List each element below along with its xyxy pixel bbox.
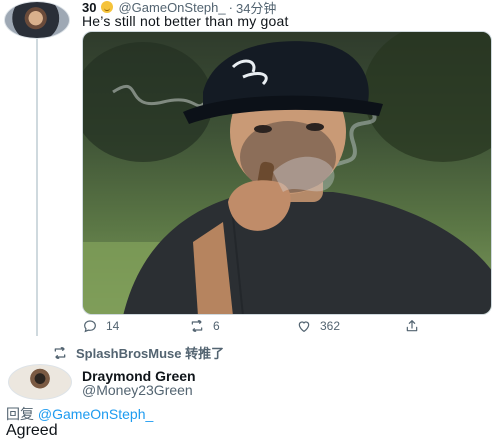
smiley-emoji-icon [101, 1, 114, 13]
retweet-icon [54, 346, 66, 359]
heart-icon [298, 321, 310, 333]
like-button[interactable]: 362 [296, 318, 340, 334]
tweet-header: 30 @GameOnSteph_ · 34分钟 [82, 0, 276, 16]
reply-tweet-card[interactable]: Draymond Green @Money23Green 回复 @GameOnS… [0, 360, 500, 440]
replying-to-label: 回复 [6, 406, 34, 422]
reply-button[interactable]: 14 [82, 318, 119, 334]
mention-link[interactable]: @GameOnSteph_ [38, 406, 153, 422]
user-handle[interactable]: @Money23Green [82, 382, 193, 398]
share-icon [406, 320, 418, 332]
avatar[interactable] [8, 364, 72, 400]
avatar[interactable] [4, 1, 70, 39]
reply-icon [84, 320, 96, 333]
share-button[interactable] [404, 318, 420, 334]
tweet-text: Agreed [6, 422, 58, 439]
tweet-card[interactable]: 30 @GameOnSteph_ · 34分钟 He’s still not b… [0, 0, 500, 340]
retweet-icon [191, 320, 203, 332]
tweet-photo[interactable] [82, 31, 492, 315]
retweet-button[interactable]: 6 [189, 318, 220, 334]
photo-illustration [83, 32, 491, 314]
thread-line [36, 38, 38, 336]
like-count: 362 [320, 319, 341, 333]
reply-count: 14 [106, 319, 120, 333]
retweet-count: 6 [213, 319, 220, 333]
replying-to: 回复 @GameOnSteph_ [6, 404, 153, 424]
tweet-text: He’s still not better than my goat [82, 13, 289, 29]
tweet-actions: 14 6 362 [82, 318, 492, 334]
